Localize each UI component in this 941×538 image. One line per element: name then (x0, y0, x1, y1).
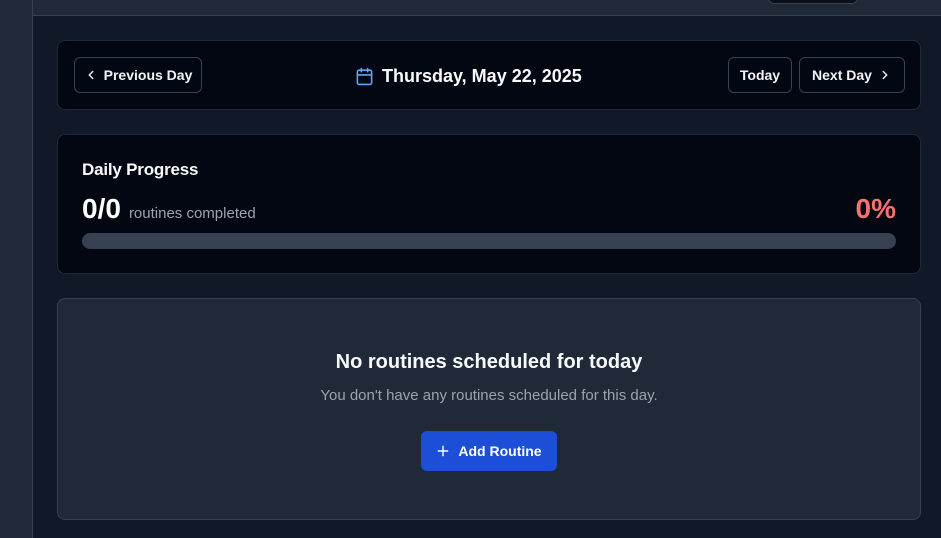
next-day-label: Next Day (812, 67, 872, 83)
progress-percent: 0% (855, 193, 896, 224)
next-day-button[interactable]: Next Day (799, 57, 905, 93)
current-date: Thursday, May 22, 2025 (355, 64, 582, 88)
today-label: Today (739, 67, 781, 83)
add-routine-label: Add Routine (458, 443, 542, 459)
app: Previous Day Thursday, May 22, 2025 Toda… (0, 0, 941, 538)
previous-day-button[interactable]: Previous Day (74, 57, 202, 93)
progress-count: 0/0 routines completed (82, 193, 256, 225)
progress-count-value: 0/0 (82, 193, 121, 224)
empty-state-subtitle: You don't have any routines scheduled fo… (320, 387, 658, 404)
top-bar-control[interactable] (768, 0, 858, 4)
top-bar (0, 0, 941, 16)
empty-state-title: No routines scheduled for today (335, 351, 643, 373)
previous-day-label: Previous Day (103, 67, 193, 83)
calendar-icon (356, 67, 373, 85)
chevron-right-icon (882, 70, 888, 80)
empty-state-card: No routines scheduled for today You don'… (57, 298, 921, 520)
chevron-left-icon (88, 70, 94, 80)
progress-bar (82, 233, 896, 249)
today-button[interactable]: Today (728, 57, 792, 93)
add-routine-button[interactable]: Add Routine (421, 431, 557, 471)
sidebar (0, 0, 33, 538)
daily-progress-card: Daily Progress 0/0 routines completed 0% (57, 134, 921, 274)
progress-count-label: routines completed (128, 205, 256, 222)
plus-icon (438, 445, 449, 457)
main-content: Previous Day Thursday, May 22, 2025 Toda… (57, 40, 921, 520)
current-date-label: Thursday, May 22, 2025 (382, 65, 582, 86)
progress-title: Daily Progress (82, 160, 199, 179)
date-navigation: Previous Day Thursday, May 22, 2025 Toda… (57, 40, 921, 110)
